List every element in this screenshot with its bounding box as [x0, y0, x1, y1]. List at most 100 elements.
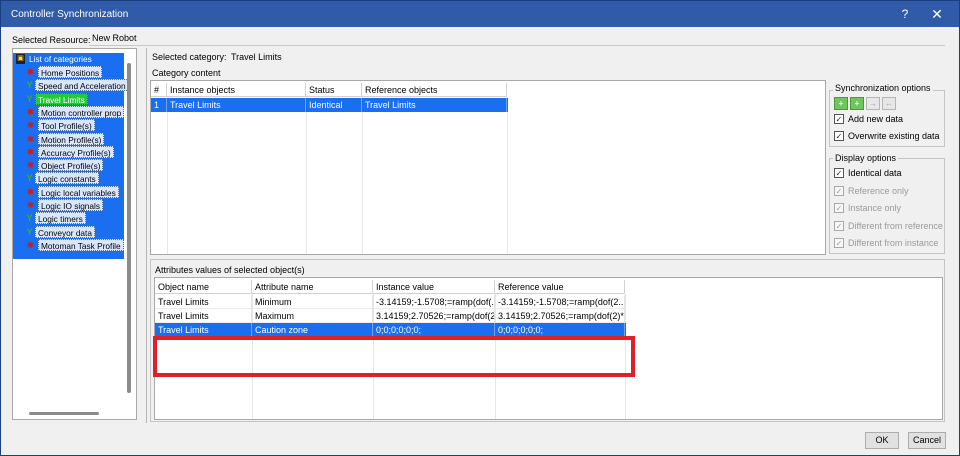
grid-line — [306, 97, 307, 254]
column-header-num[interactable]: # — [151, 83, 167, 97]
column-header-attribute-name[interactable]: Attribute name — [252, 280, 373, 294]
tree-item[interactable]: ✱ Motion Profile(s) — [13, 132, 131, 146]
tree-item-label: Logic IO signals — [38, 199, 104, 211]
tree-item[interactable]: ✱ Motoman Task Profile — [13, 238, 131, 252]
different-from-reference-label: Different from reference — [848, 220, 943, 231]
sync-add-all-button[interactable]: + — [850, 97, 864, 110]
attr-cell-reference: 3.14159;2.70526;=ramp(dof(2)*... — [495, 309, 625, 323]
category-tree[interactable]: ▣ List of categories ✱ Home Positions Y Spe… — [12, 48, 137, 420]
selected-category-value: Travel Limits — [231, 52, 282, 62]
controller-sync-dialog: Controller Synchronization ? ✕ Selected … — [0, 0, 960, 456]
tree-root-label: List of categories — [29, 54, 92, 64]
tree-item[interactable]: Y Conveyor data — [13, 225, 131, 239]
row-instance-object: Travel Limits — [167, 98, 306, 112]
tree-item[interactable]: ✱ Tool Profile(s) — [13, 119, 131, 132]
cancel-button[interactable]: Cancel — [908, 432, 946, 449]
title-bar: Controller Synchronization ? ✕ — [1, 1, 959, 27]
attr-cell-instance: 0;0;0;0;0;0; — [373, 323, 495, 337]
attr-cell-attribute: Minimum — [252, 295, 373, 309]
attr-cell-attribute: Caution zone — [252, 323, 373, 337]
red-robot-icon: ✱ — [26, 160, 35, 171]
sync-options-title: Synchronization options — [833, 83, 933, 93]
tree-item-label: Motoman Task Profile — [38, 238, 124, 251]
grid-line — [362, 97, 363, 254]
window-title: Controller Synchronization — [11, 9, 129, 20]
red-robot-icon: ✱ — [26, 239, 35, 250]
table-row[interactable]: Travel Limits Maximum 3.14159;2.70526;=ram… — [155, 309, 626, 323]
help-button[interactable]: ? — [891, 5, 919, 23]
red-robot-icon: ✱ — [26, 133, 35, 144]
green-check-icon: Y — [26, 173, 33, 184]
red-robot-icon: ✱ — [26, 120, 35, 131]
identical-data-label: Identical data — [848, 168, 902, 178]
close-button[interactable]: ✕ — [923, 5, 951, 23]
red-robot-icon: ✱ — [26, 146, 35, 157]
table-row[interactable]: 1 Travel Limits Identical Travel Limits — [151, 98, 508, 112]
sync-add-button[interactable]: + — [834, 97, 848, 110]
sync-left-arrow-icon[interactable]: ← — [882, 97, 896, 110]
tree-item-label: Motion Profile(s) — [38, 132, 105, 145]
column-header-instance-value[interactable]: Instance value — [373, 280, 495, 294]
tree-item[interactable]: ✱ Logic IO signals — [13, 199, 131, 212]
green-check-icon: Y — [26, 213, 33, 224]
selected-resource-value: New Robot — [92, 33, 137, 43]
checkbox-check-icon: ✓ — [834, 185, 844, 196]
attr-cell-instance: 3.14159;2.70526;=ramp(dof(2... — [373, 309, 495, 323]
tree-item-label: Motion controller prop — [38, 105, 125, 118]
tree-item[interactable]: Y Speed and Acceleration — [13, 79, 131, 92]
green-check-icon: Y — [26, 80, 33, 91]
tree-item[interactable]: ✱ Object Profile(s) — [13, 159, 131, 172]
tree-vertical-scrollbar[interactable] — [127, 63, 131, 393]
attr-cell-attribute: Maximum — [252, 309, 373, 323]
selected-resource-field[interactable]: New Robot — [89, 32, 945, 46]
tree-item-label: Logic timers — [35, 212, 86, 225]
column-header-reference-value[interactable]: Reference value — [495, 280, 625, 294]
attr-cell-object: Travel Limits — [155, 309, 252, 323]
checkbox-check-icon: ✓ — [834, 238, 844, 248]
checkbox-check-icon: ✓ — [834, 203, 844, 213]
attr-cell-object: Travel Limits — [155, 323, 252, 337]
category-content-label: Category content — [152, 68, 221, 78]
reference-only-label: Reference only — [848, 185, 909, 196]
tree-item-label: Tool Profile(s) — [38, 119, 95, 132]
tree-item-label: Conveyor data — [35, 225, 95, 238]
tree-item-label: Accuracy Profile(s) — [38, 145, 114, 158]
checkbox-check-icon: ✓ — [834, 220, 844, 231]
green-check-icon: Y — [26, 226, 33, 237]
selected-resource-label: Selected Resource: — [12, 35, 91, 45]
tree-item[interactable]: Y Logic timers — [13, 212, 131, 225]
tree-item[interactable]: Y Logic constants — [13, 172, 131, 185]
red-highlight-box — [153, 336, 635, 377]
tree-item[interactable]: ✱ Logic local variables — [13, 185, 131, 199]
tree-item-label: Speed and Acceleration — [35, 79, 129, 92]
checkbox-check-icon: ✓ — [834, 131, 844, 141]
add-new-data-label: Add new data — [848, 114, 904, 124]
category-content-grid[interactable]: # Instance objects Status Reference obje… — [150, 80, 826, 255]
checkbox-check-icon: ✓ — [834, 168, 844, 178]
tree-root[interactable]: ▣ List of categories — [13, 53, 131, 66]
column-header-status[interactable]: Status — [306, 83, 362, 97]
tree-item[interactable]: ✱ Motion controller prop — [13, 105, 131, 119]
sync-right-arrow-icon[interactable]: → — [866, 97, 880, 110]
tree-horizontal-scrollbar[interactable] — [29, 412, 99, 415]
column-header-object-name[interactable]: Object name — [155, 280, 252, 294]
attr-cell-reference: 0;0;0;0;0;0; — [495, 323, 625, 337]
ok-button[interactable]: OK — [865, 432, 899, 449]
tree-item[interactable]: Y Travel Limits — [13, 92, 131, 106]
different-from-instance-label: Different from instance — [848, 238, 939, 248]
attr-cell-reference: -3.14159;-1.5708;=ramp(dof(2... — [495, 295, 625, 309]
table-row[interactable]: Travel Limits Minimum -3.14159;-1.5708;=ra… — [155, 295, 626, 309]
panel-splitter[interactable] — [146, 48, 147, 423]
selected-category-label: Selected category: — [152, 52, 227, 62]
tree-item-label: Object Profile(s) — [38, 159, 104, 172]
red-robot-icon: ✱ — [26, 200, 35, 210]
table-row[interactable]: Travel Limits Caution zone 0;0;0;0;0;0; 0;0… — [155, 323, 626, 337]
overwrite-existing-data-label: Overwrite existing data — [848, 131, 940, 141]
tree-item[interactable]: ✱ Accuracy Profile(s) — [13, 145, 131, 159]
column-header-instance-objects[interactable]: Instance objects — [167, 83, 306, 97]
red-robot-icon: ✱ — [26, 67, 35, 77]
column-header-reference-objects[interactable]: Reference objects — [362, 83, 507, 97]
tree-item-label: Travel Limits — [35, 92, 88, 105]
green-check-icon: Y — [26, 93, 33, 104]
tree-item[interactable]: ✱ Home Positions — [13, 66, 131, 79]
